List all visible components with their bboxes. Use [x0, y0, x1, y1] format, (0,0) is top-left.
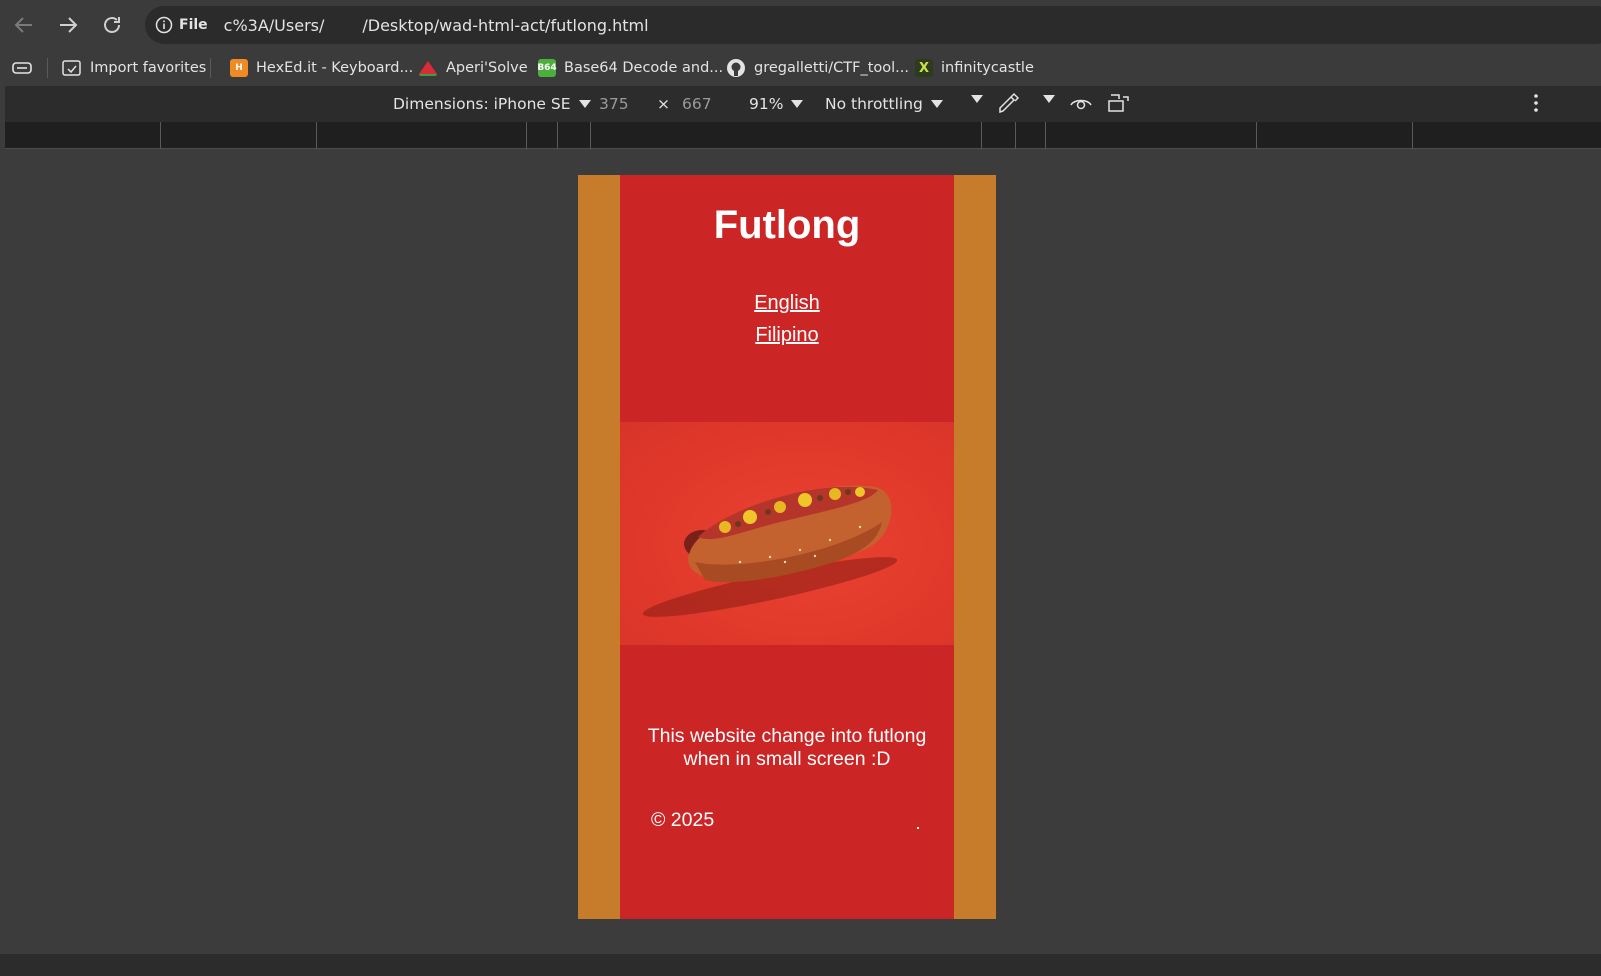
emulated-device-frame: Futlong English Filipino This website ch… — [578, 175, 996, 919]
times-sign: × — [657, 95, 670, 113]
bookmark-label: gregalletti/CTF_tool... — [754, 60, 909, 76]
chevron-down-icon — [971, 95, 983, 103]
page-title: Futlong — [713, 203, 861, 247]
url-scheme: File — [179, 17, 208, 33]
omnibox[interactable]: File c%3A/Users/ /Desktop/wad-html-act/fu… — [145, 6, 1601, 44]
zoom-value: 91% — [749, 95, 784, 113]
link-english[interactable]: English — [620, 292, 954, 315]
bookmark-label: infinitycastle — [941, 60, 1034, 76]
device-toolbar: Dimensions: iPhone SE 375 × 667 91% No t… — [5, 86, 1601, 122]
bookmark-hexedit[interactable]: H HexEd.it - Keyboard... — [230, 57, 413, 79]
zoom-dropdown[interactable]: 91% — [749, 95, 804, 113]
bookmark-label: Aperi'Solve — [446, 60, 528, 76]
bookmark-base64[interactable]: B64 Base64 Decode and... — [537, 57, 724, 79]
reload-icon — [104, 17, 120, 33]
url-path-end: /Desktop/wad-html-act/futlong.html — [362, 15, 649, 35]
url-path-start: c%3A/Users/ — [223, 15, 325, 35]
dimensions-dropdown[interactable]: Dimensions: iPhone SE — [393, 95, 591, 113]
hotdog-image — [620, 422, 954, 645]
import-icon — [62, 60, 81, 76]
url-text[interactable]: c%3A/Users/ /Desktop/wad-html-act/futlong… — [224, 16, 649, 35]
github-icon — [727, 59, 745, 77]
bookmark-label: Base64 Decode and... — [564, 60, 724, 76]
bookmark-aperisolve[interactable]: Aperi'Solve — [418, 57, 528, 79]
futlong-page: Futlong English Filipino This website ch… — [620, 175, 954, 919]
rotate-button[interactable] — [1107, 92, 1131, 114]
info-icon — [155, 16, 173, 34]
site-info[interactable]: File — [155, 16, 208, 34]
height-value: 667 — [682, 95, 712, 113]
chevron-down-icon — [1043, 95, 1055, 103]
vision-deficiency-button[interactable] — [1069, 92, 1093, 114]
throttling-value: No throttling — [825, 95, 923, 113]
tab-actions-icon — [12, 62, 32, 74]
chevron-down-icon — [930, 100, 943, 108]
more-options-button[interactable] — [1532, 92, 1540, 114]
rotate-icon — [1108, 94, 1129, 112]
more-device-options-dropdown[interactable] — [971, 95, 983, 103]
times-label: × — [657, 95, 670, 113]
eye-dropdown[interactable] — [1043, 95, 1055, 103]
b64-icon: B64 — [537, 59, 557, 77]
bookmark-github[interactable]: gregalletti/CTF_tool... — [726, 57, 909, 79]
bookmark-label: Import favorites — [90, 60, 207, 76]
arrow-right-icon — [60, 17, 78, 33]
hexedit-icon: H — [230, 59, 248, 77]
eye-icon — [1070, 99, 1092, 110]
bookmark-label: HexEd.it - Keyboard... — [256, 60, 414, 76]
throttling-dropdown[interactable]: No throttling — [825, 95, 943, 113]
chevron-down-icon — [791, 100, 804, 108]
address-bar-row: File c%3A/Users/ /Desktop/wad-html-act/fu… — [0, 0, 1601, 50]
chevron-down-icon — [578, 100, 591, 108]
hotdog-illustration — [642, 485, 898, 617]
page-description: This website change into futlong when in… — [647, 725, 927, 770]
window-bottom-strip — [0, 954, 1601, 976]
bookmark-infinitycastle[interactable]: X infinitycastle — [915, 57, 1034, 79]
back-button[interactable] — [10, 11, 38, 39]
tab-actions-button[interactable] — [12, 57, 32, 79]
stray-dot — [917, 827, 919, 829]
x-icon: X — [915, 59, 933, 77]
eyedropper-icon — [999, 92, 1020, 114]
forward-button[interactable] — [54, 11, 82, 39]
height-input[interactable]: 667 — [682, 95, 712, 113]
bookmark-import-favorites[interactable]: Import favorites — [62, 57, 206, 79]
copyright-footer: © 2025 — [651, 809, 715, 831]
dimensions-label: Dimensions: iPhone SE — [393, 95, 571, 113]
watermelon-icon — [419, 61, 437, 76]
bookmarks-bar: Import favorites H HexEd.it - Keyboard..… — [0, 50, 1601, 86]
media-query-bar[interactable] — [5, 122, 1601, 149]
link-filipino[interactable]: Filipino — [620, 324, 954, 347]
color-picker-button[interactable] — [997, 91, 1021, 115]
width-input[interactable]: 375 — [599, 95, 629, 113]
reload-button[interactable] — [98, 11, 126, 39]
arrow-left-icon — [14, 17, 32, 33]
width-value: 375 — [599, 95, 629, 113]
kebab-menu-icon — [1534, 94, 1538, 112]
